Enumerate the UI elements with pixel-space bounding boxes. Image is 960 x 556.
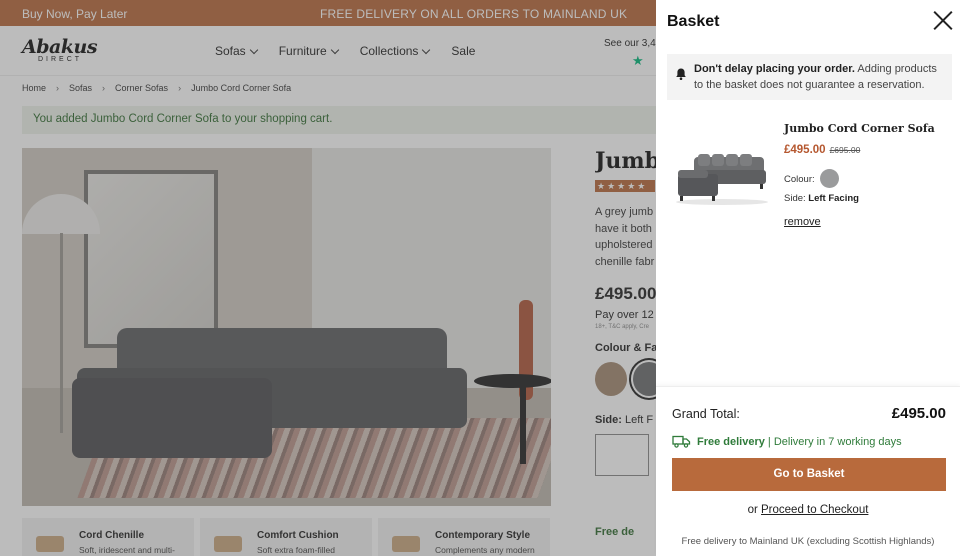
remove-item-link[interactable]: remove (784, 216, 821, 228)
close-icon[interactable] (932, 9, 954, 31)
product-thumbnail[interactable] (672, 152, 772, 206)
or-text: or (747, 504, 758, 516)
basket-drawer: Basket Don't delay placing your order. A… (656, 0, 960, 556)
delivery-footnote: Free delivery to Mainland UK (excluding … (681, 536, 935, 547)
basket-item-price: £495.00 £695.00 (784, 144, 860, 156)
colour-swatch (820, 169, 839, 188)
modal-backdrop[interactable] (0, 0, 656, 556)
reservation-notice: Don't delay placing your order. Adding p… (667, 54, 952, 100)
delivery-info: Free delivery | Delivery in 7 working da… (672, 435, 902, 448)
basket-footer: Grand Total: £495.00 Free delivery | Del… (656, 386, 960, 556)
side-label: Side: (784, 193, 806, 204)
go-to-basket-button[interactable]: Go to Basket (672, 458, 946, 491)
notice-bold: Don't delay placing your order. (694, 63, 855, 75)
grand-total-label: Grand Total: (672, 407, 740, 421)
grand-total-value: £495.00 (891, 405, 946, 422)
free-delivery-label: Free delivery (697, 435, 765, 448)
basket-item-colour-label: Colour: (784, 174, 815, 185)
truck-icon (672, 435, 691, 448)
basket-item-side: Side: Left Facing (784, 193, 859, 204)
basket-title: Basket (667, 13, 720, 30)
delivery-time: Delivery in 7 working days (773, 435, 902, 448)
notice-text: Don't delay placing your order. Adding p… (694, 61, 949, 93)
bell-icon (676, 68, 686, 80)
checkout-line: or Proceed to Checkout (656, 504, 960, 516)
current-price: £495.00 (784, 144, 826, 156)
basket-item-name[interactable]: Jumbo Cord Corner Sofa (784, 122, 935, 135)
old-price: £695.00 (829, 145, 861, 155)
delivery-separator: | (764, 435, 774, 448)
proceed-to-checkout-link[interactable]: Proceed to Checkout (761, 504, 868, 516)
delivery-text: Free delivery | Delivery in 7 working da… (697, 436, 902, 448)
side-value: Left Facing (808, 193, 859, 204)
